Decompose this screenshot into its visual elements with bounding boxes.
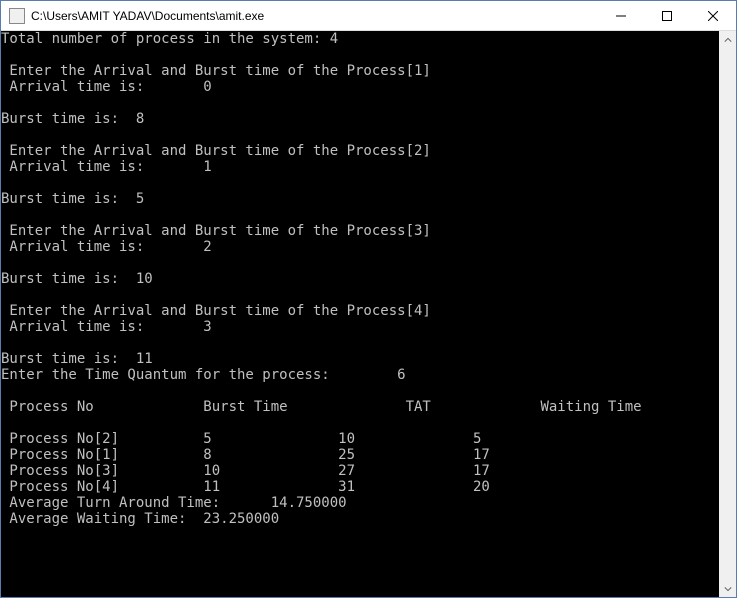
- close-icon: [708, 11, 718, 21]
- minimize-icon: [616, 11, 626, 21]
- window-title: C:\Users\AMIT YADAV\Documents\amit.exe: [31, 9, 598, 23]
- scroll-up-button[interactable]: [719, 31, 736, 48]
- app-icon: [9, 8, 25, 24]
- vertical-scrollbar[interactable]: [719, 31, 736, 597]
- window-controls: [598, 1, 736, 30]
- window-titlebar: C:\Users\AMIT YADAV\Documents\amit.exe: [1, 1, 736, 31]
- chevron-up-icon: [724, 36, 732, 44]
- console-wrapper: Total number of process in the system: 4…: [1, 31, 736, 597]
- maximize-icon: [662, 11, 672, 21]
- chevron-down-icon: [724, 585, 732, 593]
- scroll-track[interactable]: [719, 48, 736, 580]
- minimize-button[interactable]: [598, 1, 644, 30]
- maximize-button[interactable]: [644, 1, 690, 30]
- scroll-down-button[interactable]: [719, 580, 736, 597]
- close-button[interactable]: [690, 1, 736, 30]
- console-output: Total number of process in the system: 4…: [1, 31, 719, 597]
